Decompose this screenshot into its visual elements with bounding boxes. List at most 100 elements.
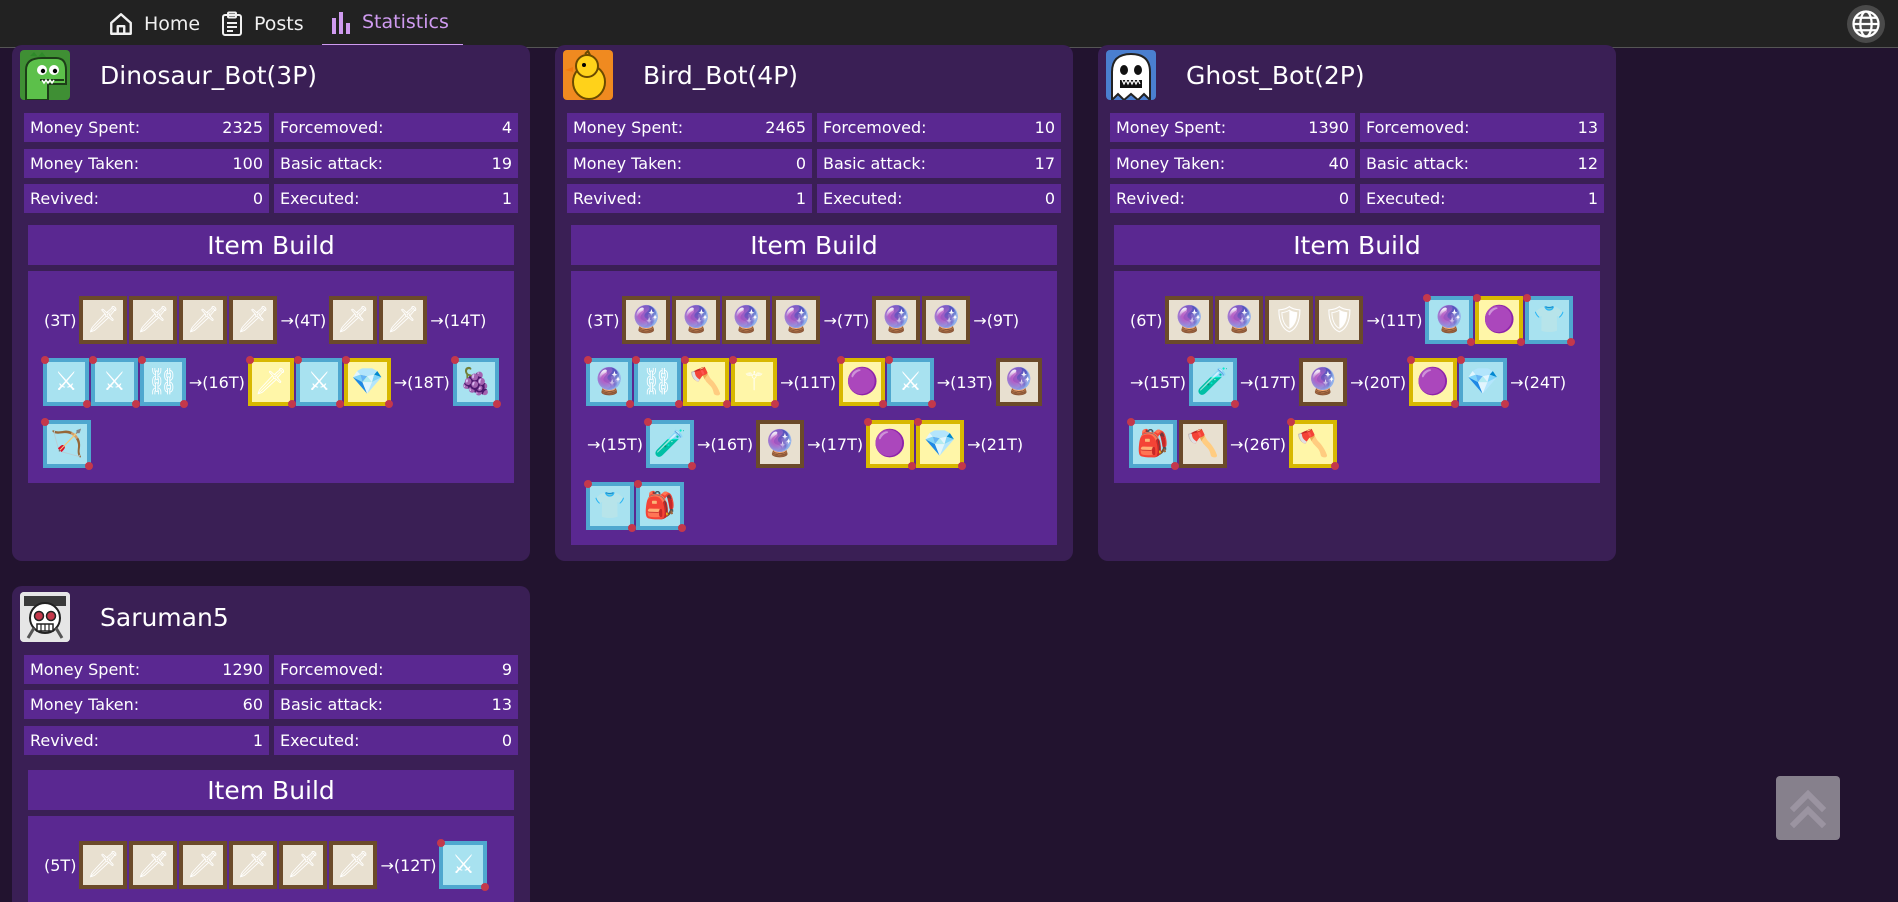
blue-bag-item-icon[interactable]: 🎒 [634,480,686,532]
sword-item-icon[interactable]: 🗡 [179,841,228,889]
orb-item-icon[interactable]: 🔮 [995,358,1043,406]
orb-item-icon[interactable]: 🔮 [1299,358,1348,406]
turn-marker: →(21T) [967,434,1024,454]
sword-item-icon[interactable]: 🗡 [179,296,228,344]
orb-item-icon[interactable]: 🔮 [922,296,971,344]
blue-chain-item-icon[interactable]: ⛓ [632,356,683,408]
stat-value: 1290 [222,660,263,679]
yellow-axe-item-icon[interactable]: 🪓 [1287,418,1340,470]
stat-value: 1 [252,731,263,750]
stat-label: Money Spent: [573,118,684,137]
yellow-axe-item-icon[interactable]: 🪓 [680,356,732,408]
turn-marker: →(17T) [1240,372,1297,392]
ghost-avatar [1106,50,1156,100]
executed-stat: Executed: 1 [1360,184,1604,213]
stat-label: Money Taken: [30,695,140,714]
bar-chart-icon [332,12,350,34]
sword-item-icon[interactable]: 🗡 [229,841,278,889]
turn-marker: →(20T) [1350,372,1407,392]
nav-home[interactable]: Home [108,0,200,48]
sword-item-icon[interactable]: 🗡 [79,296,128,344]
nav-statistics[interactable]: Statistics [322,0,463,48]
stat-value: 10 [1034,118,1055,137]
blue-potion-item-icon[interactable]: 🧪 [1187,356,1240,408]
blue-grapes-item-icon[interactable]: 🍇 [450,356,502,408]
bird-avatar [563,50,613,100]
blue-chain-item-icon[interactable]: ⛓ [137,356,189,408]
stat-label: Forcemoved: [1366,118,1470,137]
orb-item-icon[interactable]: 🔮 [1165,296,1214,344]
blue-crossed-item-icon[interactable]: ⚔ [885,356,937,408]
yellow-purple-orb-item-icon[interactable]: 🟣 [1407,356,1460,408]
player-name: Dinosaur_Bot(3P) [100,60,318,90]
dinosaur-avatar [20,50,70,100]
stat-label: Money Spent: [30,660,141,679]
stat-value: 13 [1577,118,1598,137]
stat-value: 19 [491,154,512,173]
stat-value: 0 [795,154,806,173]
money-spent-stat: Money Spent: 2465 [567,113,812,142]
blue-orb-item-icon[interactable]: 🔮 [583,356,635,408]
scroll-to-top-button[interactable] [1776,776,1840,840]
orb-item-icon[interactable]: 🔮 [756,420,805,468]
stat-value: 60 [242,695,263,714]
sword-item-icon[interactable]: 🗡 [279,841,328,889]
player-name: Ghost_Bot(2P) [1186,60,1365,90]
item-build-panel: (3T) 🗡 🗡 🗡 🗡 →(4T) 🗡 🗡 →(14T) ⚔ ⚔ ⛓ →(16T) 🗡 ⚔ 💎 →(18T) 🍇… [28,271,514,483]
nav-posts[interactable]: Posts [220,0,304,48]
yellow-purple-orb-item-icon[interactable]: 🟣 [837,356,888,408]
blue-bow-item-icon[interactable]: 🏹 [41,418,93,470]
orb-item-icon[interactable]: 🔮 [672,296,721,344]
yellow-purple-orb-item-icon[interactable]: 🟣 [864,418,917,470]
double-chevron-up-icon [1789,789,1827,829]
orb-item-icon[interactable]: 🔮 [872,296,921,344]
blue-armor-item-icon[interactable]: 👕 [1523,294,1576,346]
turn-marker: →(17T) [807,434,864,454]
blue-sword-item-icon[interactable]: ⚔ [40,356,92,408]
blue-sword-item-icon[interactable]: ⚔ [437,839,490,891]
blue-potion-item-icon[interactable]: 🧪 [644,418,697,470]
sword-item-icon[interactable]: 🗡 [79,841,128,889]
orb-item-icon[interactable]: 🔮 [722,296,771,344]
shield-item-icon[interactable]: 🛡 [1265,296,1314,344]
executed-stat: Executed: 0 [274,726,518,755]
sword-item-icon[interactable]: 🗡 [379,296,428,344]
stat-value: 0 [1338,189,1349,208]
stat-value: 17 [1034,154,1055,173]
blue-orb-item-icon[interactable]: 🔮 [1423,294,1476,346]
axe-item-icon[interactable]: 🪓 [1179,420,1227,468]
stat-label: Executed: [1366,189,1446,208]
yellow-staff-item-icon[interactable]: ⚚ [728,356,780,408]
turn-marker: (3T) [44,310,77,330]
player-card: Dinosaur_Bot(3P) Money Spent: 2325 Forcem… [12,45,530,561]
stat-value: 9 [501,660,512,679]
blue-crossed-item-icon[interactable]: ⚔ [89,356,140,408]
stat-label: Basic attack: [823,154,927,173]
yellow-purple-orb-item-icon[interactable]: 🟣 [1473,294,1526,346]
stat-value: 2465 [765,118,806,137]
item-build-title: Item Build [571,225,1057,265]
player-card: Ghost_Bot(2P) Money Spent: 1390 Forcemove… [1098,45,1616,561]
shield-item-icon[interactable]: 🛡 [1315,296,1364,344]
blue-red-crossed-item-icon[interactable]: ⚔ [294,356,345,408]
blue-bag-item-icon[interactable]: 🎒 [1127,418,1179,470]
orb-item-icon[interactable]: 🔮 [772,296,821,344]
stat-value: 1 [501,189,512,208]
sword-item-icon[interactable]: 🗡 [329,296,378,344]
yellow-crystal-item-icon[interactable]: 💎 [342,356,394,408]
yellow-sword-item-icon[interactable]: 🗡 [245,356,297,408]
sword-item-icon[interactable]: 🗡 [129,841,178,889]
sword-item-icon[interactable]: 🗡 [329,841,378,889]
turn-marker: →(11T) [1366,310,1423,330]
sword-item-icon[interactable]: 🗡 [129,296,178,344]
item-build-panel: (5T) 🗡 🗡 🗡 🗡 🗡 🗡 →(12T) ⚔ [28,816,514,902]
blue-crystal-item-icon[interactable]: 💎 [1457,356,1510,408]
orb-item-icon[interactable]: 🔮 [622,296,671,344]
orb-item-icon[interactable]: 🔮 [1215,296,1264,344]
yellow-crystal-item-icon[interactable]: 💎 [914,418,967,470]
language-button[interactable] [1847,5,1885,43]
sword-item-icon[interactable]: 🗡 [229,296,278,344]
turn-marker: →(15T) [587,434,644,454]
blue-armor-item-icon[interactable]: 👕 [584,480,636,532]
player-header: Saruman5 [20,591,229,643]
